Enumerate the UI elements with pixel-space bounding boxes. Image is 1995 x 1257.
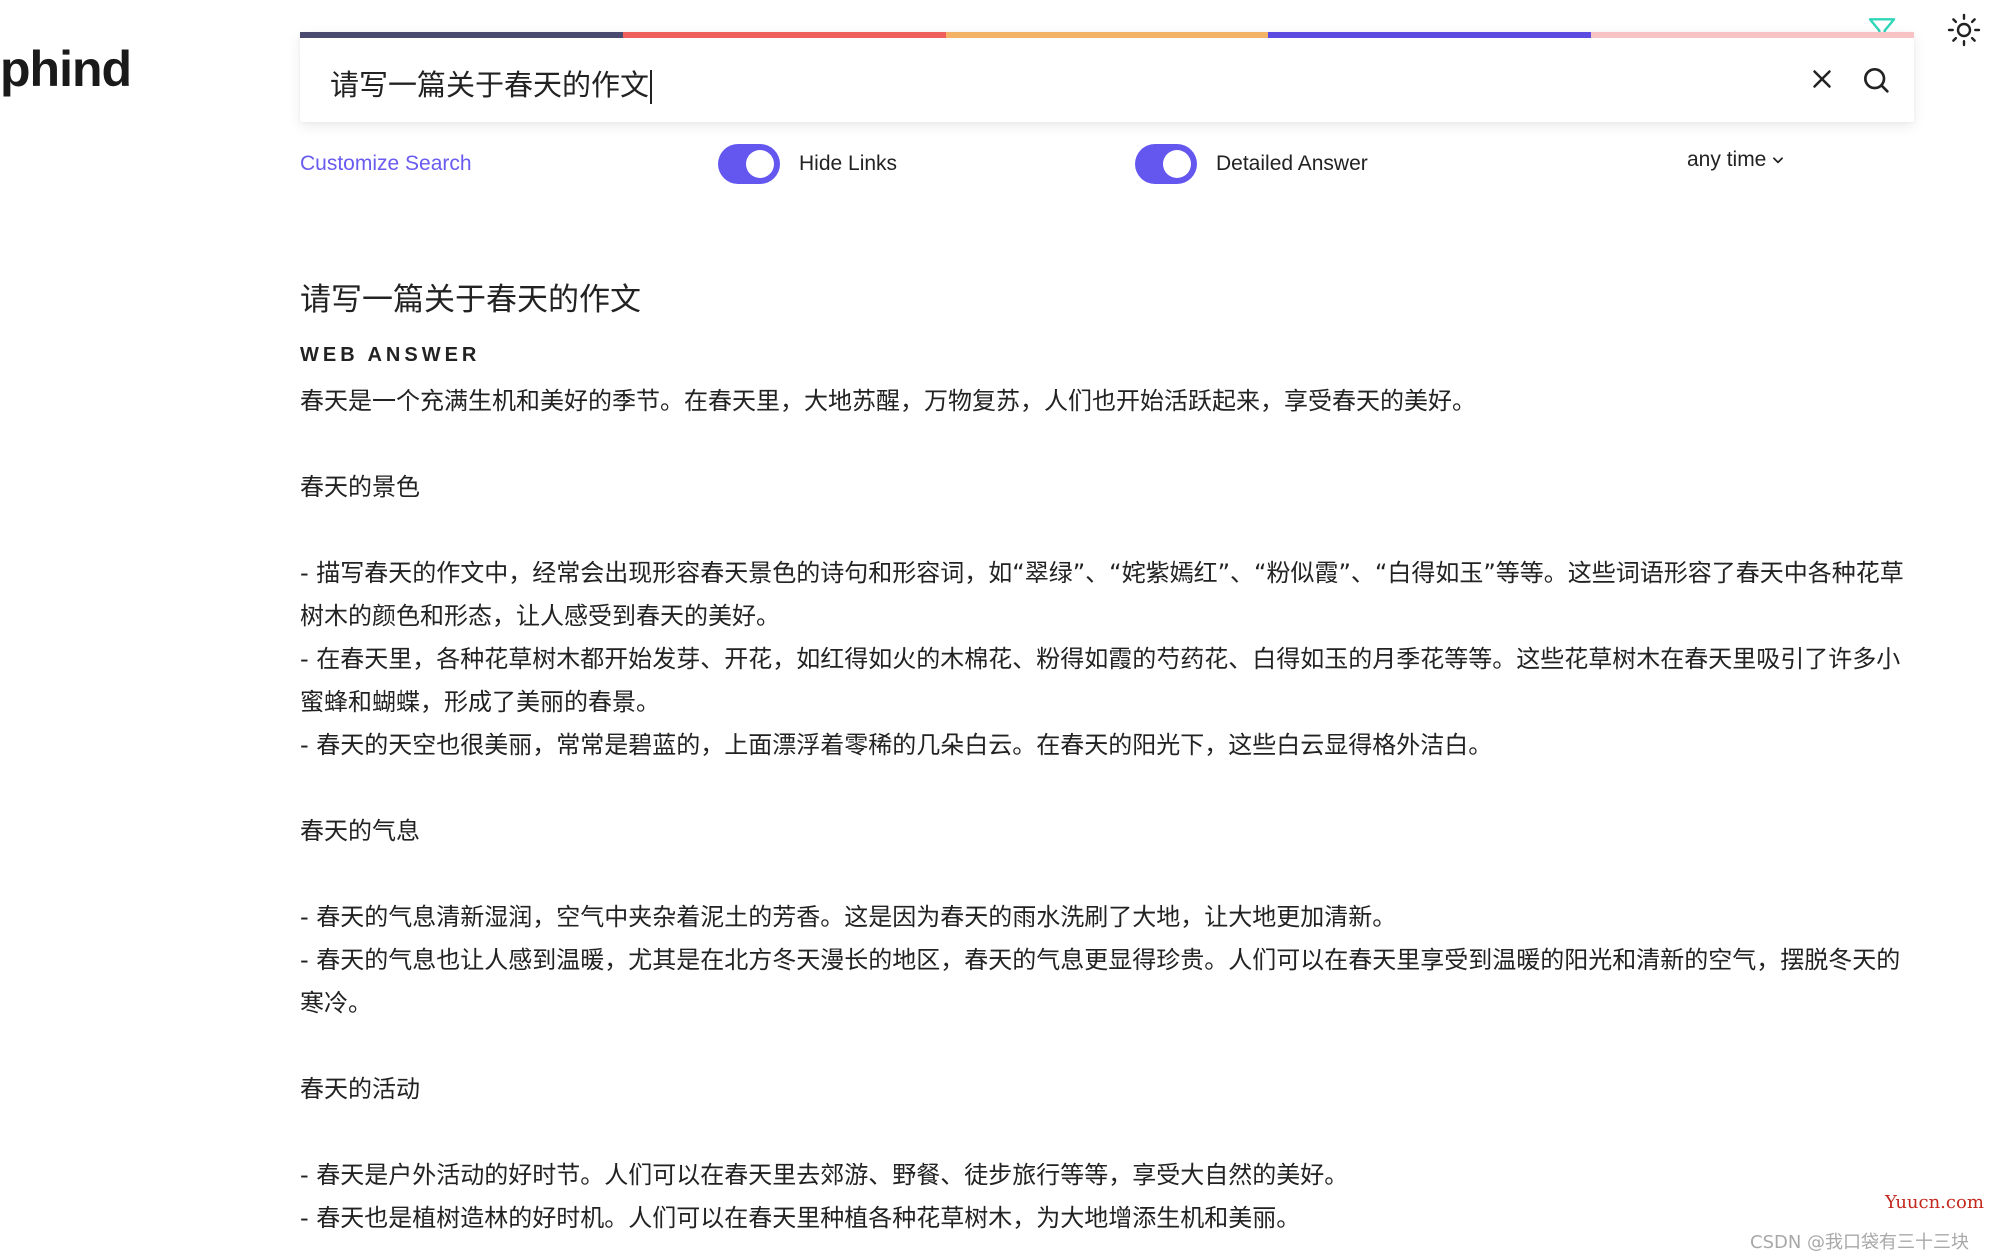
- answer-paragraph: - 春天的气息清新湿润，空气中夹杂着泥土的芳香。这是因为春天的雨水洗刷了大地，让…: [300, 903, 1397, 931]
- hide-links-label: Hide Links: [799, 152, 898, 175]
- search-button[interactable]: [1860, 64, 1892, 96]
- close-icon: [1813, 70, 1831, 88]
- answer-paragraph: 春天是一个充满生机和美好的季节。在春天里，大地苏醒，万物复苏，人们也开始活跃起来…: [300, 387, 1476, 415]
- detailed-answer-option: Detailed Answer: [1135, 142, 1368, 186]
- search-input[interactable]: 请写一篇关于春天的作文: [330, 60, 1730, 110]
- search-icon: [1864, 68, 1889, 93]
- clear-search-button[interactable]: [1807, 64, 1837, 94]
- rainbow-segment: [1591, 32, 1914, 38]
- detailed-answer-label: Detailed Answer: [1216, 152, 1368, 175]
- customize-search-link[interactable]: Customize Search: [300, 152, 472, 176]
- csdn-watermark: CSDN @我口袋有三十三块: [1750, 1232, 1970, 1253]
- rainbow-segment: [1268, 32, 1592, 38]
- toggle-knob: [1163, 150, 1191, 178]
- hide-links-toggle[interactable]: [718, 144, 780, 184]
- answer-paragraph: - 描写春天的作文中，经常会出现形容春天景色的诗句和形容词，如“翠绿”、“姹紫嫣…: [300, 559, 1904, 630]
- text-caret: [650, 70, 653, 104]
- answer-paragraph: 春天的景色: [300, 473, 420, 501]
- search-input-value: 请写一篇关于春天的作文: [330, 68, 650, 102]
- time-filter-select[interactable]: any time: [1687, 148, 1785, 172]
- web-answer-label: WEB ANSWER: [300, 344, 481, 366]
- rainbow-segment: [622, 32, 946, 38]
- answer-paragraph: - 春天的天空也很美丽，常常是碧蓝的，上面漂浮着零稀的几朵白云。在春天的阳光下，…: [300, 731, 1493, 759]
- search-box: 请写一篇关于春天的作文: [300, 32, 1914, 122]
- phind-logo[interactable]: phind: [0, 44, 132, 94]
- rainbow-segment: [945, 32, 1269, 38]
- site-watermark: Yuucn.com: [1885, 1192, 1984, 1213]
- answer-paragraph: 春天的气息: [300, 817, 420, 845]
- answer-paragraph: - 在春天里，各种花草树木都开始发芽、开花，如红得如火的木棉花、粉得如霞的芍药花…: [300, 645, 1901, 716]
- search-options: Customize Search Hide Links Detailed Ans…: [300, 140, 1914, 190]
- detailed-answer-toggle[interactable]: [1135, 144, 1197, 184]
- answer-section: 请写一篇关于春天的作文 WEB ANSWER 春天是一个充满生机和美好的季节。在…: [300, 270, 1920, 1240]
- answer-paragraph: - 春天是户外活动的好时节。人们可以在春天里去郊游、野餐、徒步旅行等等，享受大自…: [300, 1161, 1349, 1189]
- query-title: 请写一篇关于春天的作文: [300, 282, 641, 318]
- rainbow-segment: [300, 32, 623, 38]
- chevron-down-icon: [1773, 157, 1784, 164]
- answer-body: 春天是一个充满生机和美好的季节。在春天里，大地苏醒，万物复苏，人们也开始活跃起来…: [300, 380, 1920, 1240]
- hide-links-option: Hide Links: [718, 142, 897, 186]
- answer-paragraph: 春天的活动: [300, 1075, 420, 1103]
- rainbow-bar: [300, 32, 1914, 38]
- time-filter-value: any time: [1687, 148, 1767, 171]
- answer-paragraph: - 春天的气息也让人感到温暖，尤其是在北方冬天漫长的地区，春天的气息更显得珍贵。…: [300, 946, 1901, 1017]
- answer-paragraph: - 春天也是植树造林的好时机。人们可以在春天里种植各种花草树木，为大地增添生机和…: [300, 1204, 1301, 1232]
- toggle-knob: [746, 150, 774, 178]
- sun-icon[interactable]: [1946, 12, 1982, 48]
